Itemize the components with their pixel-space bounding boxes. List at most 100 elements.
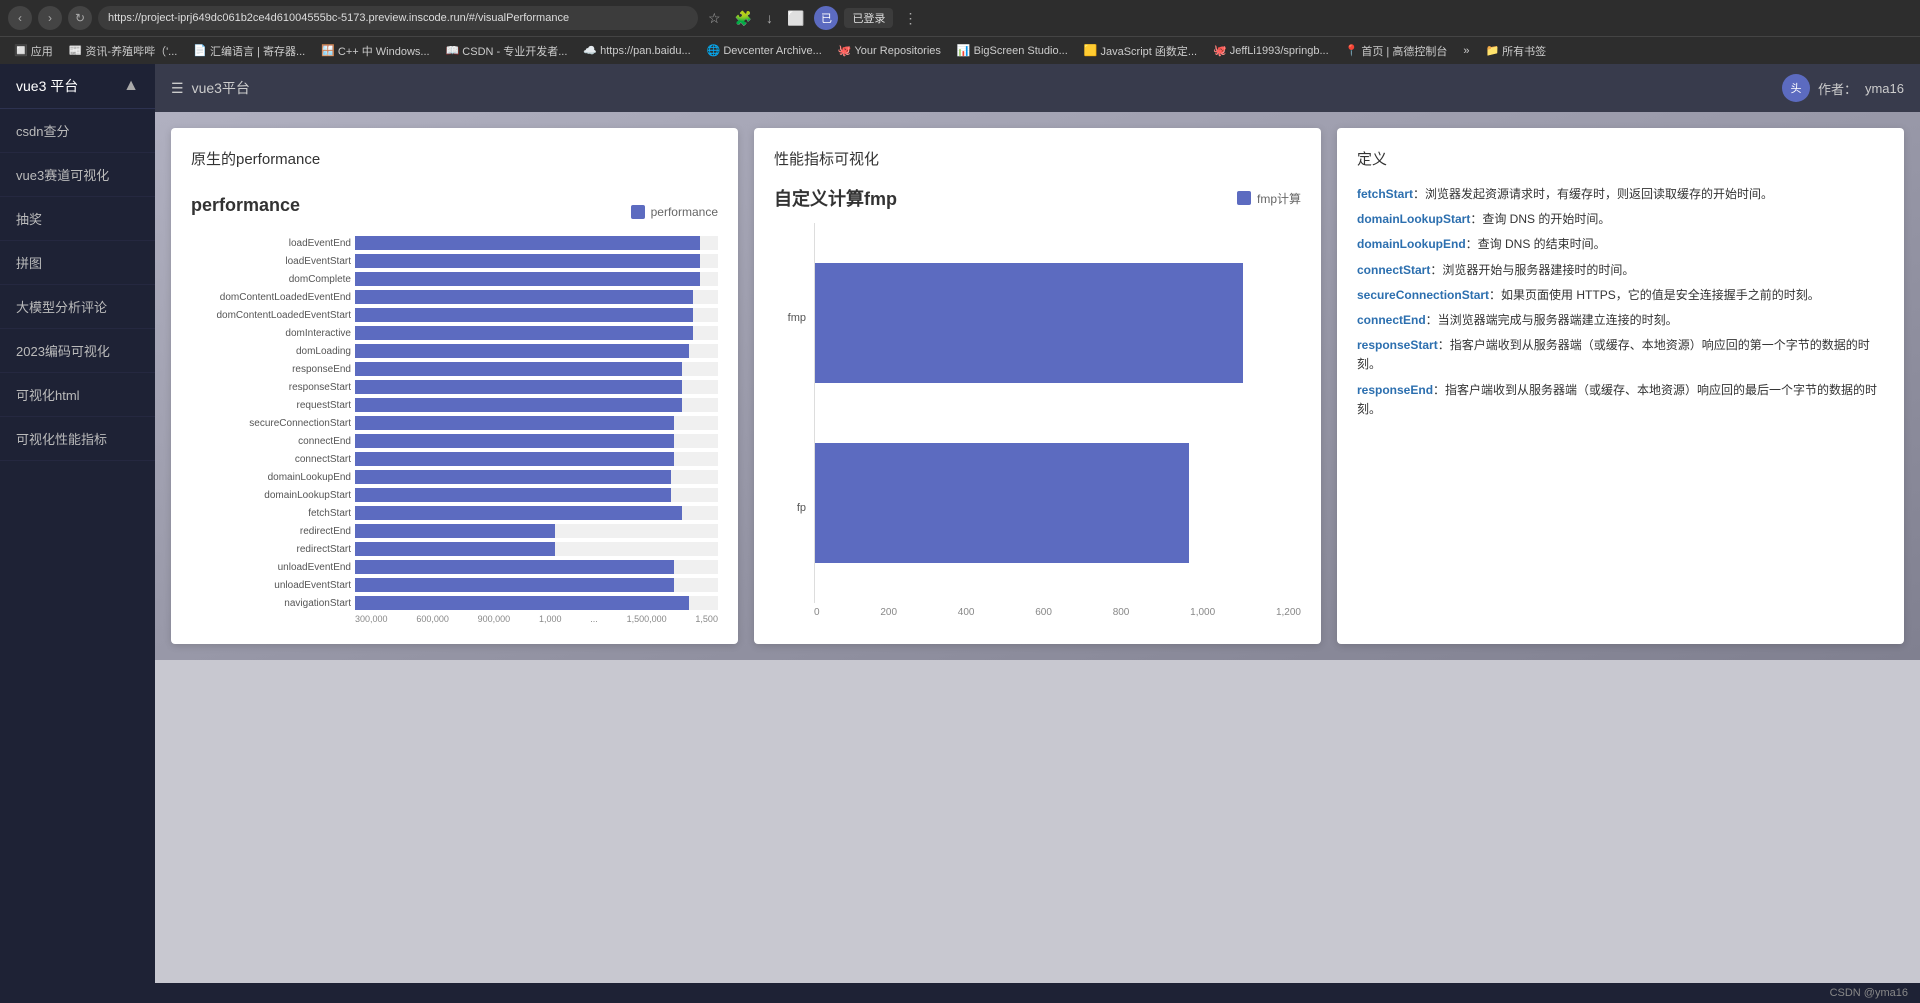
- definitions-list: fetchStart：浏览器发起资源请求时，有缓存时，则返回读取缓存的开始时间。…: [1357, 185, 1884, 419]
- definition-item: responseEnd：指客户端收到从服务器端（或缓存、本地资源）响应回的最后一…: [1357, 381, 1884, 419]
- bookmark-button[interactable]: ☆: [704, 8, 725, 29]
- sidebar-item-csdn[interactable]: csdn查分: [0, 109, 155, 153]
- panel3-title: 定义: [1357, 148, 1884, 169]
- bookmark-5[interactable]: ☁️ https://pan.baidu...: [577, 42, 696, 59]
- bookmark-9[interactable]: 🟨 JavaScript 函数定...: [1078, 41, 1203, 61]
- url-bar[interactable]: https://project-iprj649dc061b2ce4d610045…: [98, 6, 698, 30]
- definition-term: domainLookupEnd: [1357, 237, 1466, 251]
- panel1-legend: performance: [651, 205, 718, 219]
- bookmark-1[interactable]: 📰 资讯-养殖哔哔（'...: [63, 41, 184, 61]
- hbar-fill: [355, 344, 689, 358]
- sidebar-item-perf[interactable]: 可视化性能指标: [0, 417, 155, 461]
- profile-button[interactable]: 已: [814, 6, 838, 30]
- bookmark-2[interactable]: 📄 汇编语言 | 寄存器...: [187, 41, 311, 61]
- hbar-track: [355, 452, 718, 466]
- hbar-row: responseEnd: [191, 362, 718, 376]
- hbar-container: performance performance loadEventEndload…: [191, 185, 718, 624]
- breadcrumb-text: vue3平台: [192, 78, 250, 98]
- hbar-label: unloadEventStart: [191, 580, 351, 591]
- author-label: 作者：: [1818, 79, 1857, 98]
- bookmark-7[interactable]: 🐙 Your Repositories: [832, 42, 947, 59]
- definition-desc: ：查询 DNS 的开始时间。: [1470, 212, 1610, 226]
- bookmark-10[interactable]: 🐙 JeffLi1993/springb...: [1207, 42, 1335, 59]
- hbar-track: [355, 488, 718, 502]
- definition-term: fetchStart: [1357, 187, 1413, 201]
- hbar-row: redirectStart: [191, 542, 718, 556]
- hbar-row: domainLookupEnd: [191, 470, 718, 484]
- definition-item: connectEnd：当浏览器端完成与服务器端建立连接的时刻。: [1357, 311, 1884, 330]
- avatar: 头: [1782, 74, 1810, 102]
- bookmark-8[interactable]: 📊 BigScreen Studio...: [951, 42, 1074, 59]
- sidebar-item-html[interactable]: 可视化html: [0, 373, 155, 417]
- panel-raw-performance: 原生的performance performance performance l…: [171, 128, 738, 644]
- sidebar-item-2023[interactable]: 2023编码可视化: [0, 329, 155, 373]
- hbar-fill: [355, 434, 674, 448]
- hbar-track: [355, 236, 718, 250]
- fmp-yaxis: fmp fp: [774, 223, 814, 603]
- bookmark-apps[interactable]: 🔲 应用: [8, 41, 59, 61]
- bookmark-8-icon: 📊: [957, 44, 971, 57]
- bookmark-more[interactable]: »: [1457, 43, 1475, 59]
- hbar-track: [355, 308, 718, 322]
- apps-icon: 🔲: [14, 44, 28, 57]
- sidebar-toggle[interactable]: ▲: [123, 77, 139, 95]
- hbar-row: connectStart: [191, 452, 718, 466]
- status-bar: CSDN @yma16: [0, 983, 1920, 1003]
- hbar-row: fetchStart: [191, 506, 718, 520]
- fmp-bar-fill-fmp: [815, 263, 1243, 383]
- reload-button[interactable]: ↻: [68, 6, 92, 30]
- url-text: https://project-iprj649dc061b2ce4d610045…: [108, 12, 569, 24]
- breadcrumb: ☰ vue3平台: [171, 78, 250, 98]
- hbar-fill: [355, 470, 671, 484]
- hbar-fill: [355, 488, 671, 502]
- definition-item: secureConnectionStart：如果页面使用 HTTPS，它的值是安…: [1357, 286, 1884, 305]
- hbar-fill: [355, 362, 682, 376]
- sidebar-item-lottery[interactable]: 抽奖: [0, 197, 155, 241]
- bookmark-4[interactable]: 📖 CSDN - 专业开发者...: [440, 41, 574, 61]
- hbar-track: [355, 254, 718, 268]
- fmp-xaxis: 02004006008001,0001,200: [774, 607, 1301, 618]
- sidebar-item-puzzle[interactable]: 拼图: [0, 241, 155, 285]
- back-button[interactable]: ‹: [8, 6, 32, 30]
- top-bar: ☰ vue3平台 头 作者： yma16: [155, 64, 1920, 112]
- hbar-track: [355, 326, 718, 340]
- definition-desc: ：当浏览器端完成与服务器端建立连接的时刻。: [1426, 313, 1678, 327]
- fmp-bar-fmp: [815, 263, 1301, 383]
- definition-desc: ：浏览器开始与服务器建接时的时间。: [1430, 263, 1634, 277]
- definition-term: secureConnectionStart: [1357, 288, 1489, 302]
- signed-in-label[interactable]: 已登录: [844, 8, 893, 28]
- hbar-label: redirectEnd: [191, 526, 351, 537]
- bookmark-2-icon: 📄: [193, 44, 207, 57]
- panel1-chart-title: performance: [191, 195, 300, 216]
- panel1-title: 原生的performance: [191, 148, 718, 169]
- panel-definitions: 定义 fetchStart：浏览器发起资源请求时，有缓存时，则返回读取缓存的开始…: [1337, 128, 1904, 644]
- bookmarks-bar: 🔲 应用 📰 资讯-养殖哔哔（'... 📄 汇编语言 | 寄存器... 🪟 C+…: [0, 36, 1920, 64]
- fmp-label-fp: fp: [797, 502, 806, 514]
- bookmark-6[interactable]: 🌐 Devcenter Archive...: [701, 42, 828, 59]
- panel2-chart-title: 自定义计算fmp: [774, 185, 897, 211]
- extensions-button[interactable]: 🧩: [731, 8, 756, 29]
- hbar-fill: [355, 452, 674, 466]
- forward-button[interactable]: ›: [38, 6, 62, 30]
- hbar-fill: [355, 272, 700, 286]
- bookmark-3[interactable]: 🪟 C++ 中 Windows...: [315, 41, 435, 61]
- hbar-label: domLoading: [191, 346, 351, 357]
- definition-term: responseStart: [1357, 338, 1438, 352]
- definition-desc: ：查询 DNS 的结束时间。: [1466, 237, 1606, 251]
- hbar-label: fetchStart: [191, 508, 351, 519]
- window-button[interactable]: ⬜: [783, 8, 808, 29]
- menu-button[interactable]: ⋮: [899, 8, 921, 29]
- menu-icon: ☰: [171, 80, 184, 97]
- hbar-fill: [355, 506, 682, 520]
- hbar-track: [355, 290, 718, 304]
- download-button[interactable]: ↓: [762, 8, 777, 28]
- sidebar-item-vue3[interactable]: vue3赛道可视化: [0, 153, 155, 197]
- hbar-fill: [355, 254, 700, 268]
- legend-dot-2: [1237, 191, 1251, 205]
- hbar-fill: [355, 578, 674, 592]
- hbar-label: domContentLoadedEventStart: [191, 310, 351, 321]
- fmp-bar-fp: [815, 443, 1301, 563]
- sidebar-item-llm[interactable]: 大模型分析评论: [0, 285, 155, 329]
- bookmark-all[interactable]: 📁 所有书签: [1479, 41, 1552, 61]
- bookmark-11[interactable]: 📍 首页 | 高德控制台: [1339, 41, 1454, 61]
